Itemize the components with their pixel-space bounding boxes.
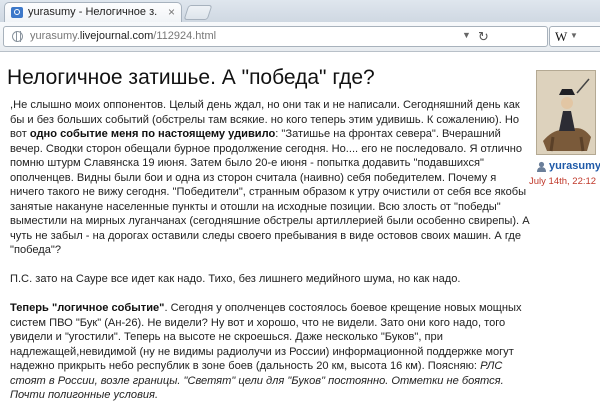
tab-title: yurasumy - Нелогичное з... bbox=[28, 6, 158, 18]
post-title: Нелогичное затишье. А "победа" где? bbox=[7, 66, 375, 89]
url-dropdown-icon[interactable]: ▼ bbox=[462, 30, 471, 40]
url-path: /112924.html bbox=[153, 30, 217, 42]
post-date: July 14th, 22:12 bbox=[529, 176, 597, 187]
reload-icon[interactable]: ↻ bbox=[478, 30, 489, 44]
url-text[interactable]: yurasumy.livejournal.com/112924.html bbox=[30, 30, 216, 42]
p3-bold: Теперь "логичное событие" bbox=[10, 302, 165, 314]
search-engine-dropdown-icon[interactable]: ▼ bbox=[570, 31, 578, 40]
nav-toolbar: yurasumy.livejournal.com/112924.html ▼ ↻… bbox=[0, 22, 600, 52]
url-domain: livejournal.com bbox=[79, 30, 154, 42]
tab-strip: yurasumy - Нелогичное з... × bbox=[0, 0, 600, 22]
wikipedia-search-icon[interactable]: W bbox=[555, 29, 567, 45]
user-icon[interactable] bbox=[536, 161, 547, 172]
avatar-image bbox=[537, 71, 595, 154]
globe-icon bbox=[12, 31, 23, 42]
tab-close-icon[interactable]: × bbox=[168, 5, 175, 19]
paragraph-3: Теперь "логичное событие". Сегодня у опо… bbox=[10, 301, 530, 403]
browser-tab[interactable]: yurasumy - Нелогичное з... × bbox=[4, 2, 182, 22]
author-username-link[interactable]: yurasumy bbox=[549, 160, 600, 172]
search-box[interactable]: W ▼ bbox=[549, 26, 600, 47]
p1-text-c: : "Затишье на фронтах севера". Вчерашний… bbox=[10, 128, 530, 256]
p1-bold: одно событие меня по настоящему удивило bbox=[29, 128, 276, 140]
livejournal-favicon-icon bbox=[11, 7, 23, 18]
paragraph-1: ,Не слышно моих оппонентов. Целый день ж… bbox=[10, 98, 530, 258]
new-tab-button[interactable] bbox=[183, 5, 213, 20]
paragraph-2: П.С. зато на Сауре все идет как надо. Ти… bbox=[10, 273, 461, 285]
address-bar[interactable]: yurasumy.livejournal.com/112924.html ▼ ↻ bbox=[3, 26, 548, 47]
avatar[interactable] bbox=[536, 70, 596, 155]
page-content: Нелогичное затишье. А "победа" где? ,Не … bbox=[0, 52, 600, 404]
url-prefix: yurasumy. bbox=[30, 30, 80, 42]
post-body: ,Не слышно моих оппонентов. Целый день ж… bbox=[10, 98, 530, 403]
